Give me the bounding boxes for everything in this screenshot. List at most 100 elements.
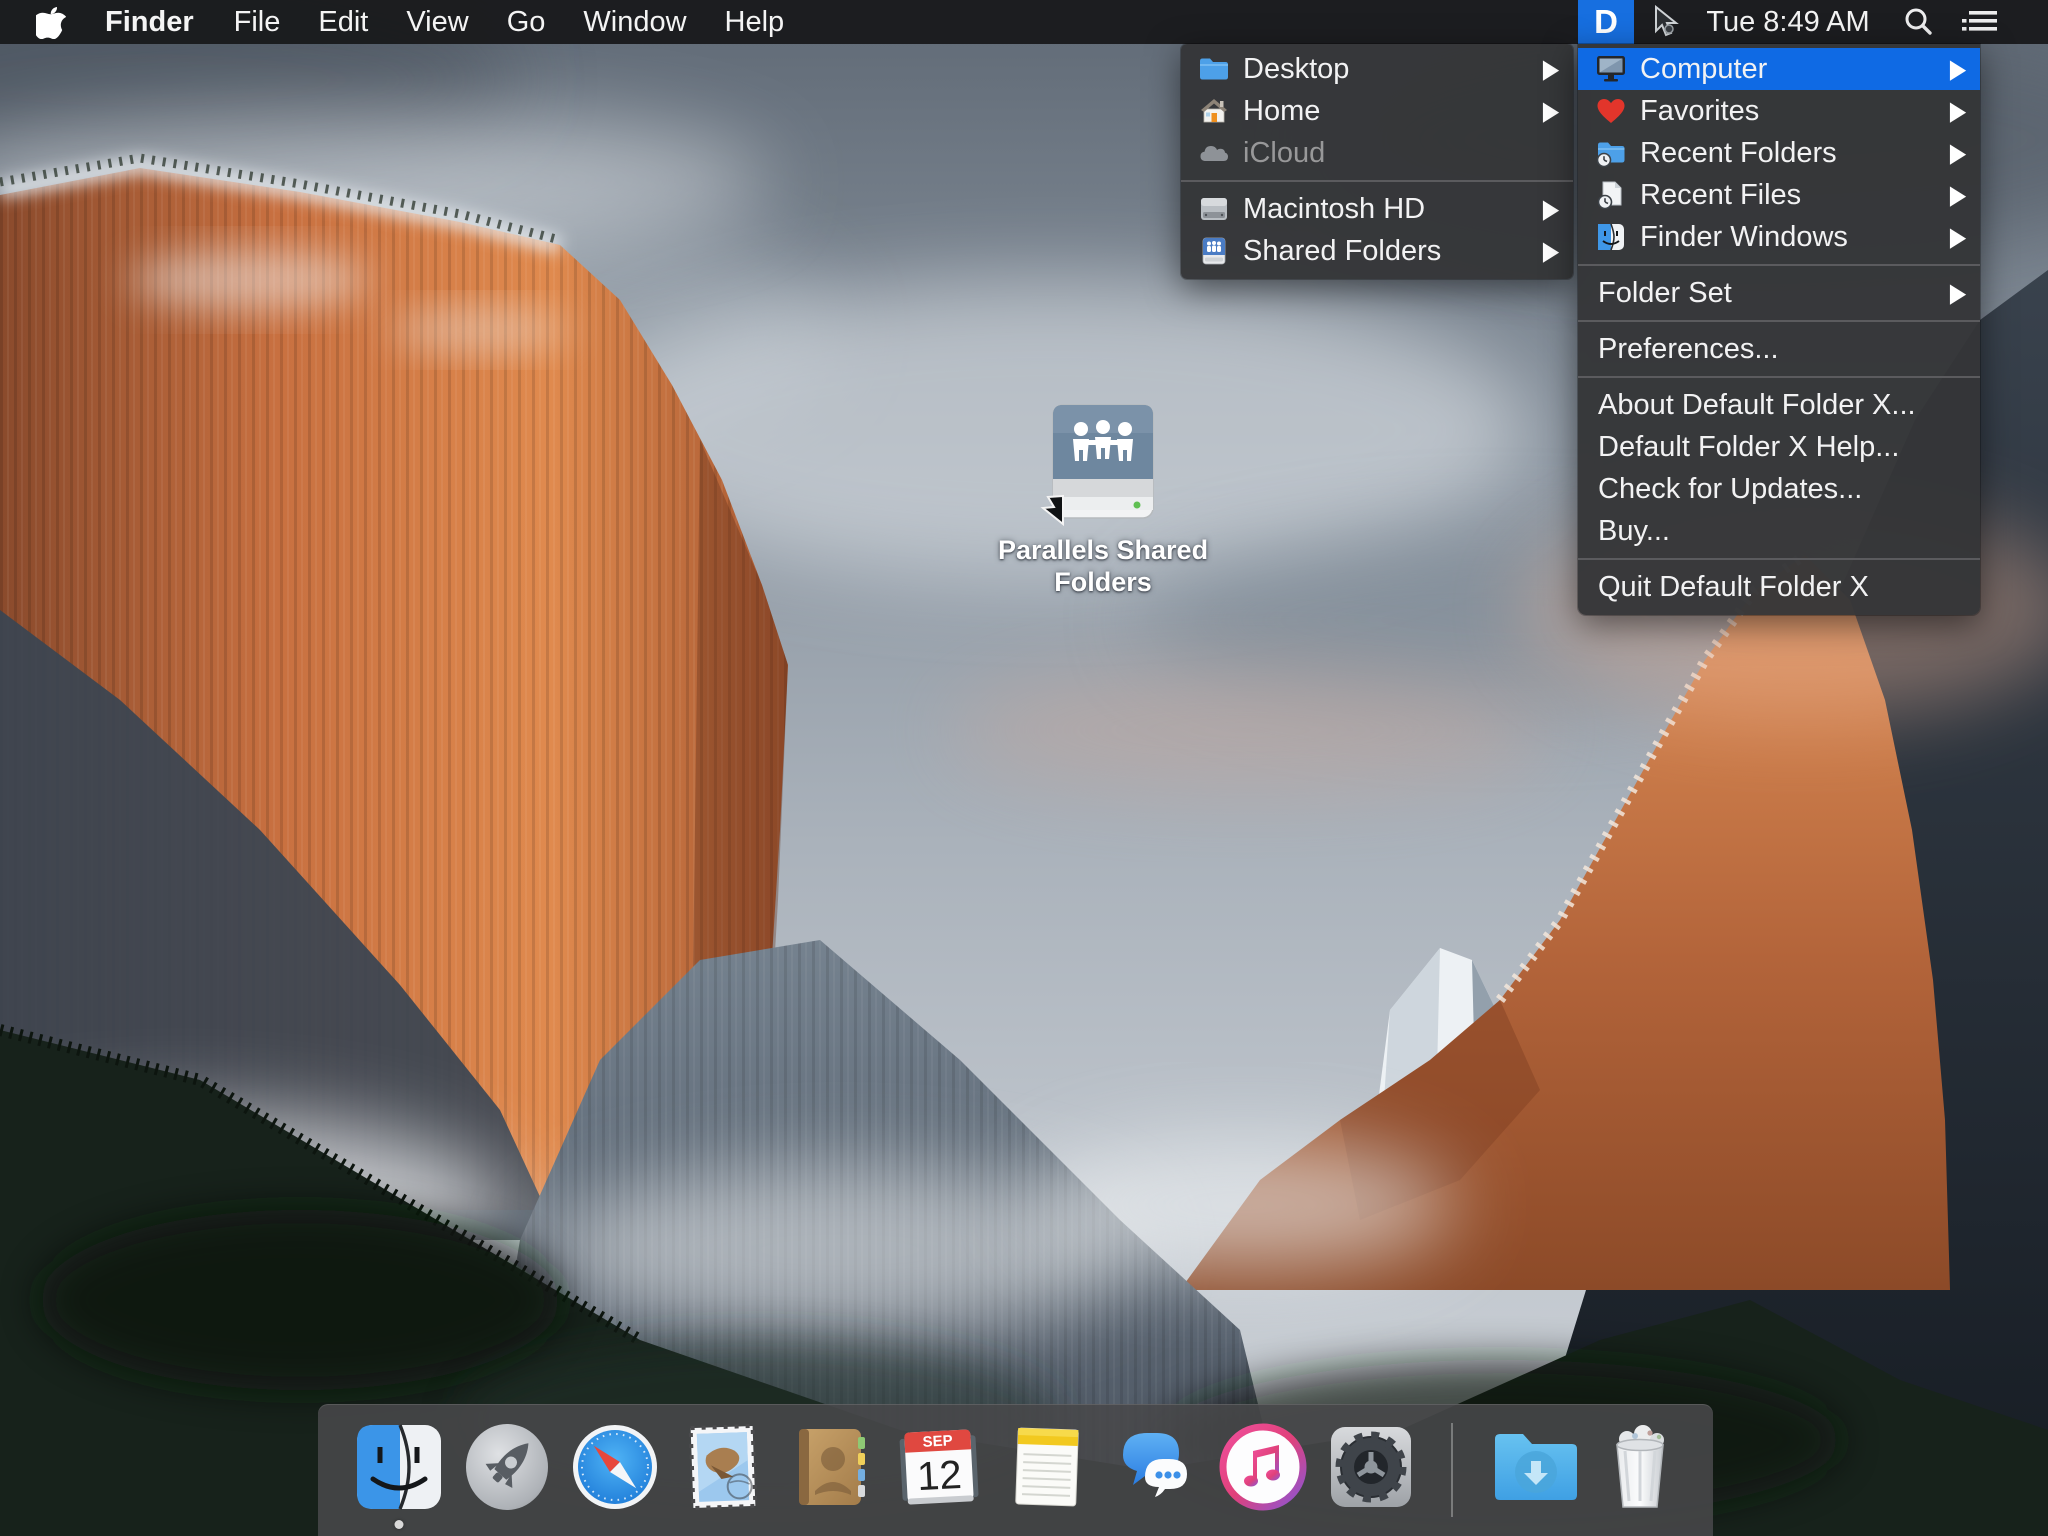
submenu-arrow-icon: ▶: [1950, 277, 1966, 308]
finder-icon: [353, 1421, 445, 1513]
notes-icon: [1001, 1421, 1093, 1513]
safari-icon: [569, 1421, 661, 1513]
menu-item-buy[interactable]: Buy...: [1578, 510, 1980, 552]
dock-launchpad[interactable]: [461, 1421, 553, 1513]
submenu-arrow-icon: ▶: [1543, 193, 1559, 224]
dock-safari[interactable]: [569, 1421, 661, 1513]
menu-item-finder-windows[interactable]: Finder Windows ▶: [1578, 216, 1980, 258]
menu-help[interactable]: Help: [706, 0, 804, 44]
menu-separator: [1578, 558, 1980, 560]
submenu-arrow-icon: ▶: [1950, 221, 1966, 252]
finder-face-icon: [1594, 220, 1628, 254]
dock-calendar[interactable]: SEP 12: [893, 1421, 985, 1513]
default-folder-x-status-item[interactable]: D: [1578, 0, 1634, 44]
menu-file[interactable]: File: [215, 0, 300, 44]
desktop-screen: Finder File Edit View Go Window Help D T…: [0, 0, 2048, 1536]
itunes-icon: [1217, 1421, 1309, 1513]
dock-system-preferences[interactable]: [1325, 1421, 1417, 1513]
calendar-icon: SEP 12: [893, 1421, 985, 1513]
menu-separator: [1578, 264, 1980, 266]
clock-status-item[interactable]: Tue 8:49 AM: [1698, 0, 1878, 44]
default-folder-x-icon: D: [1594, 3, 1618, 41]
dock-notes[interactable]: [1001, 1421, 1093, 1513]
menu-separator: [1578, 376, 1980, 378]
menu-app-name[interactable]: Finder: [84, 0, 215, 44]
dock-downloads-folder[interactable]: [1487, 1421, 1585, 1513]
home-icon: [1197, 94, 1231, 128]
menu-item-label: Quit Default Folder X: [1598, 571, 1966, 604]
menu-item-recent-folders[interactable]: Recent Folders ▶: [1578, 132, 1980, 174]
desktop-icon-label: Parallels Shared Folders: [953, 534, 1253, 598]
submenu-arrow-icon: ▶: [1950, 179, 1966, 210]
dock-contacts[interactable]: [785, 1421, 877, 1513]
menu-separator: [1578, 320, 1980, 322]
svg-text:12: 12: [916, 1453, 963, 1499]
menu-item-label: Preferences...: [1598, 333, 1966, 366]
menu-item-computer[interactable]: Computer ▶: [1578, 48, 1980, 90]
menu-item-folder-set[interactable]: Folder Set ▶: [1578, 272, 1980, 314]
dock-messages[interactable]: [1109, 1421, 1201, 1513]
menu-item-label: Folder Set: [1598, 277, 1940, 310]
messages-icon: [1109, 1421, 1201, 1513]
submenu-item-icloud: iCloud: [1181, 132, 1573, 174]
menu-item-label: Buy...: [1598, 515, 1966, 548]
dock-itunes[interactable]: [1217, 1421, 1309, 1513]
shared-drive-icon: [1197, 234, 1231, 268]
dock-trash[interactable]: [1601, 1421, 1679, 1513]
submenu-arrow-icon: ▶: [1950, 137, 1966, 168]
menu-item-favorites[interactable]: Favorites ▶: [1578, 90, 1980, 132]
spotlight-status-item[interactable]: [1896, 0, 1940, 44]
submenu-item-macintosh-hd[interactable]: Macintosh HD ▶: [1181, 188, 1573, 230]
submenu-item-desktop[interactable]: Desktop ▶: [1181, 48, 1573, 90]
mail-icon: [677, 1421, 769, 1513]
search-icon: [1902, 6, 1934, 38]
hard-drive-icon: [1197, 192, 1231, 226]
submenu-item-home[interactable]: Home ▶: [1181, 90, 1573, 132]
menu-go[interactable]: Go: [488, 0, 565, 44]
computer-submenu: Desktop ▶ Home ▶ iCloud: [1181, 44, 1573, 279]
menu-item-label: Home: [1243, 95, 1533, 128]
apple-menu[interactable]: [36, 0, 84, 44]
file-clock-icon: [1594, 178, 1628, 212]
folder-icon: [1197, 52, 1231, 86]
menu-item-label: Finder Windows: [1640, 221, 1940, 254]
heart-icon: [1594, 94, 1628, 128]
menu-view[interactable]: View: [387, 0, 487, 44]
contacts-icon: [785, 1421, 877, 1513]
dock-finder[interactable]: [353, 1421, 445, 1513]
default-folder-x-menu: Computer ▶ Favorites ▶ Rec: [1578, 44, 1980, 615]
menu-item-about[interactable]: About Default Folder X...: [1578, 384, 1980, 426]
submenu-item-shared-folders[interactable]: Shared Folders ▶: [1181, 230, 1573, 272]
menu-item-label: Default Folder X Help...: [1598, 431, 1966, 464]
menu-item-quit[interactable]: Quit Default Folder X: [1578, 566, 1980, 608]
menu-separator: [1181, 180, 1573, 182]
menu-window[interactable]: Window: [564, 0, 705, 44]
menu-item-label: iCloud: [1243, 137, 1559, 170]
mouse-cursor-icon: [1037, 492, 1067, 528]
svg-text:SEP: SEP: [922, 1432, 953, 1451]
trash-full-icon: [1601, 1421, 1679, 1513]
pointer-status-item[interactable]: [1644, 0, 1690, 44]
menu-item-label: Desktop: [1243, 53, 1533, 86]
desktop-icon-parallels-shared-folders[interactable]: Parallels Shared Folders: [953, 403, 1253, 598]
menu-edit[interactable]: Edit: [299, 0, 387, 44]
computer-icon: [1594, 52, 1628, 86]
menu-item-label: Macintosh HD: [1243, 193, 1533, 226]
menu-item-label: Computer: [1640, 53, 1940, 86]
menu-item-recent-files[interactable]: Recent Files ▶: [1578, 174, 1980, 216]
cloud-icon: [1197, 136, 1231, 170]
launchpad-icon: [461, 1421, 553, 1513]
menu-item-label: Recent Folders: [1640, 137, 1940, 170]
dock-separator: [1451, 1423, 1453, 1517]
pointer-status-icon: [1652, 5, 1682, 39]
dock: SEP 12: [318, 1404, 1713, 1536]
running-indicator: [394, 1520, 403, 1529]
submenu-arrow-icon: ▶: [1950, 95, 1966, 126]
menu-item-check-updates[interactable]: Check for Updates...: [1578, 468, 1980, 510]
menu-bar-left: Finder File Edit View Go Window Help: [0, 0, 803, 44]
submenu-arrow-icon: ▶: [1543, 95, 1559, 126]
menu-item-help[interactable]: Default Folder X Help...: [1578, 426, 1980, 468]
notification-center-status-item[interactable]: [1952, 0, 2010, 44]
dock-mail[interactable]: [677, 1421, 769, 1513]
menu-item-preferences[interactable]: Preferences...: [1578, 328, 1980, 370]
